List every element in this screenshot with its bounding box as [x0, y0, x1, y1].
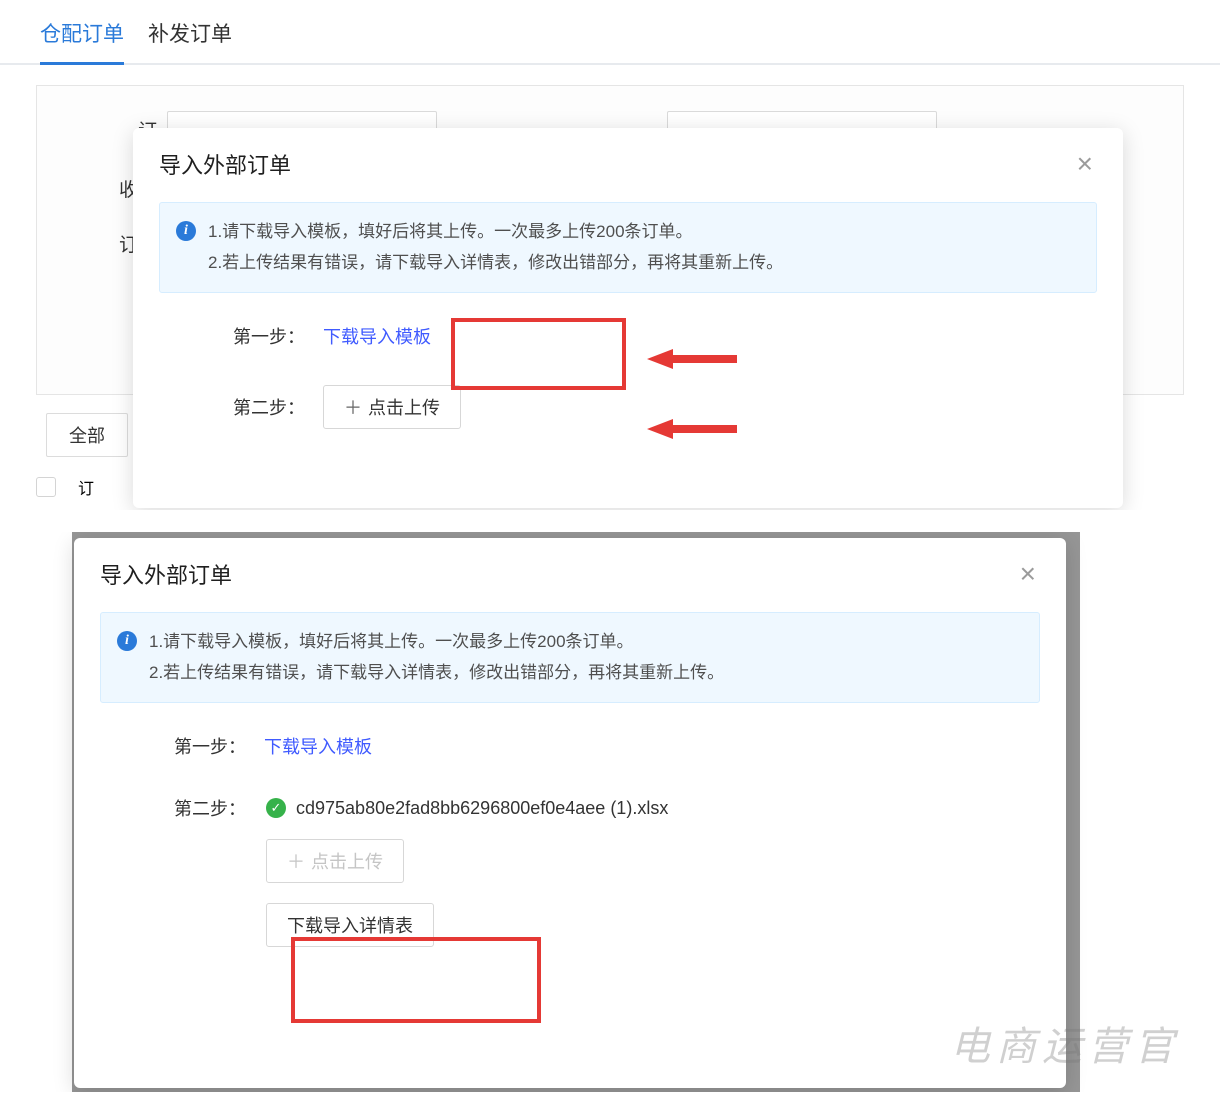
step-1-row: 第一步： 下载导入模板: [233, 323, 1123, 349]
success-check-icon: ✓: [266, 798, 286, 818]
step2-step2-label: 第二步：: [174, 795, 246, 821]
step-1-label: 第一步：: [233, 323, 305, 349]
import-modal-state2: 导入外部订单 × i 1.请下载导入模板，填好后将其上传。一次最多上传200条订…: [74, 538, 1066, 1088]
download-details-button[interactable]: 下载导入详情表: [266, 903, 434, 947]
step2-step1-row: 第一步： 下载导入模板: [174, 733, 1066, 759]
select-all-checkbox[interactable]: [36, 477, 56, 497]
close-icon[interactable]: ×: [1073, 148, 1097, 180]
step2-step2-block: 第二步： ✓ cd975ab80e2fad8bb6296800ef0e4aee …: [174, 795, 1066, 947]
screenshot-top: 仓配订单 补发订单 订 收货 订单 全部 订 导入外部订单: [0, 0, 1220, 510]
notice-line-1: 1.请下载导入模板，填好后将其上传。一次最多上传200条订单。: [208, 217, 783, 248]
step-2-label: 第二步：: [233, 394, 305, 420]
modal-title-2: 导入外部订单: [100, 558, 232, 590]
info-notice-2: i 1.请下载导入模板，填好后将其上传。一次最多上传200条订单。 2.若上传结…: [100, 612, 1040, 703]
uploaded-filename: cd975ab80e2fad8bb6296800ef0e4aee (1).xls…: [296, 798, 668, 819]
modal-title: 导入外部订单: [159, 148, 291, 180]
step-2-row: 第二步： ＋ 点击上传: [233, 385, 1123, 429]
plus-icon: ＋: [344, 394, 362, 420]
upload-button[interactable]: ＋ 点击上传: [323, 385, 461, 429]
upload-button-label: 点击上传: [368, 394, 440, 420]
step2-step1-label: 第一步：: [174, 733, 246, 759]
notice-line-2: 2.若上传结果有错误，请下载导入详情表，修改出错部分，再将其重新上传。: [208, 248, 783, 279]
info-icon-2: i: [117, 631, 137, 651]
tabs: 仓配订单 补发订单: [0, 0, 1220, 65]
info-icon: i: [176, 221, 196, 241]
import-modal: 导入外部订单 × i 1.请下载导入模板，填好后将其上传。一次最多上传200条订…: [133, 128, 1123, 508]
filter-all-button[interactable]: 全部: [46, 413, 128, 457]
download-details-label: 下载导入详情表: [287, 912, 413, 938]
upload-button-label-2: 点击上传: [311, 848, 383, 874]
download-template-link[interactable]: 下载导入模板: [323, 323, 431, 349]
notice2-line-2: 2.若上传结果有错误，请下载导入详情表，修改出错部分，再将其重新上传。: [149, 658, 724, 689]
close-icon-2[interactable]: ×: [1016, 558, 1040, 590]
notice2-line-1: 1.请下载导入模板，填好后将其上传。一次最多上传200条订单。: [149, 627, 724, 658]
info-notice: i 1.请下载导入模板，填好后将其上传。一次最多上传200条订单。 2.若上传结…: [159, 202, 1097, 293]
tab-reship-order[interactable]: 补发订单: [148, 18, 232, 63]
upload-button-disabled[interactable]: ＋ 点击上传: [266, 839, 404, 883]
list-col-label: 订: [78, 475, 94, 499]
tab-warehouse-order[interactable]: 仓配订单: [40, 18, 124, 65]
screenshot-bottom: 导入外部订单 × i 1.请下载导入模板，填好后将其上传。一次最多上传200条订…: [0, 532, 1220, 1092]
plus-icon-2: ＋: [287, 848, 305, 874]
download-template-link-2[interactable]: 下载导入模板: [264, 733, 372, 759]
